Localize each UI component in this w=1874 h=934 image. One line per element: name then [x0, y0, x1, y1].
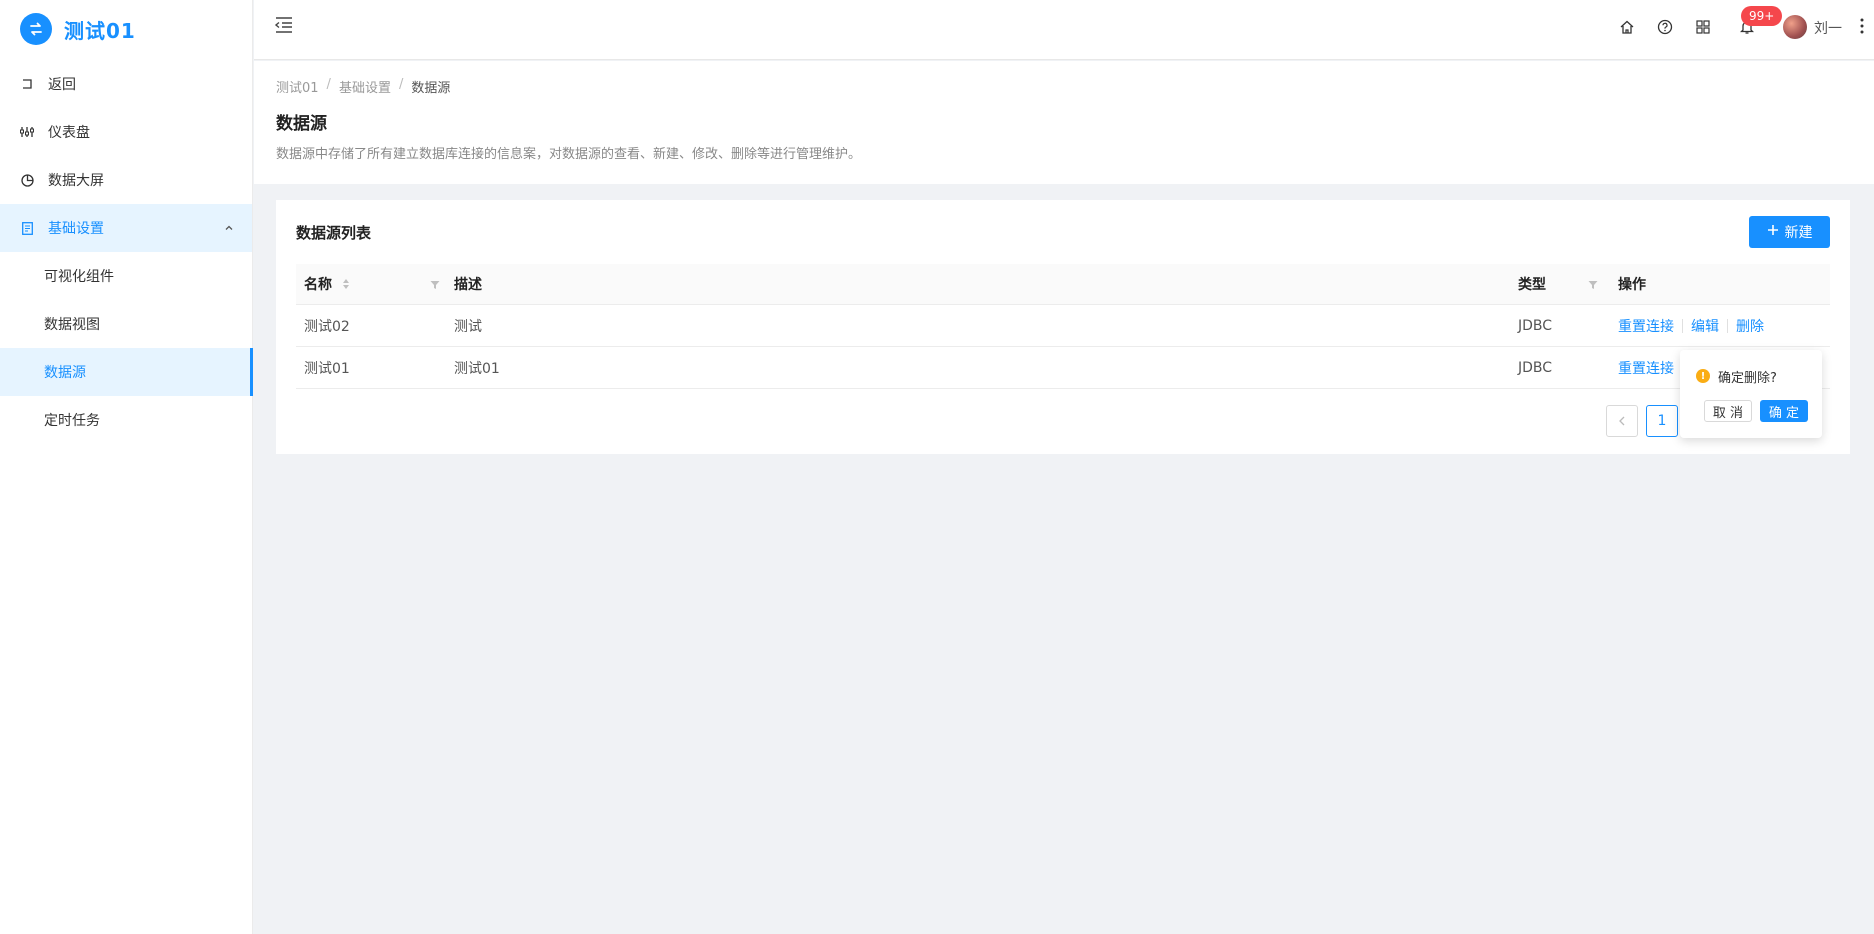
sidebar-item-data-source[interactable]: 数据源 — [0, 348, 253, 396]
menu-item-dashboard[interactable]: 仪表盘 — [0, 108, 252, 156]
page-description: 数据源中存储了所有建立数据库连接的信息案，对数据源的查看、新建、修改、删除等进行… — [276, 147, 862, 162]
column-header-description: 描述 — [454, 277, 482, 293]
reset-connection-link[interactable]: 重置连接 — [1618, 316, 1674, 336]
menu-item-label: 仪表盘 — [48, 125, 90, 141]
filter-icon[interactable] — [430, 278, 440, 294]
menu-item-label: 基础设置 — [48, 221, 104, 237]
breadcrumb-item[interactable]: 测试01 — [276, 77, 319, 96]
reset-connection-link[interactable]: 重置连接 — [1618, 358, 1674, 378]
menu-item-data-screen[interactable]: 数据大屏 — [0, 156, 252, 204]
cell-type: JDBC — [1518, 317, 1553, 334]
sub-item-label: 数据视图 — [44, 317, 100, 333]
username[interactable]: 刘一 — [1814, 18, 1842, 38]
sidebar-item-visual-components[interactable]: 可视化组件 — [0, 252, 252, 300]
sub-item-label: 定时任务 — [44, 413, 100, 429]
divider — [1727, 318, 1728, 333]
return-icon — [20, 77, 34, 91]
cancel-button[interactable]: 取 消 — [1704, 400, 1752, 422]
breadcrumb-item[interactable]: 基础设置 — [339, 77, 391, 96]
sub-item-label: 可视化组件 — [44, 269, 114, 285]
delete-link[interactable]: 删除 — [1736, 316, 1764, 336]
apps-icon[interactable] — [1694, 18, 1712, 36]
document-icon — [20, 221, 34, 235]
more-vertical-icon[interactable] — [1860, 17, 1864, 39]
sidebar-item-scheduled-tasks[interactable]: 定时任务 — [0, 396, 252, 444]
menu-fold-icon[interactable] — [274, 16, 294, 38]
cell-type: JDBC — [1518, 359, 1553, 376]
notification-badge: 99+ — [1741, 6, 1783, 26]
menu-item-basic-settings[interactable]: 基础设置 — [0, 204, 252, 252]
sidebar: 测试01 返回 仪表盘 数据大屏 基础设置 可视化组件 数据视图 数据源 定时任… — [0, 0, 253, 934]
edit-link[interactable]: 编辑 — [1691, 316, 1719, 336]
column-header-actions: 操作 — [1618, 277, 1646, 293]
menu-item-return[interactable]: 返回 — [0, 60, 252, 108]
card-title: 数据源列表 — [296, 224, 372, 242]
switch-arrows-icon — [20, 13, 52, 45]
pie-icon — [20, 173, 34, 187]
delete-popconfirm: ! 确定删除? 取 消 确 定 — [1680, 350, 1822, 438]
warning-icon: ! — [1696, 369, 1710, 383]
cell-name: 测试01 — [304, 360, 350, 377]
sliders-icon — [20, 125, 34, 139]
cell-name: 测试02 — [304, 318, 350, 335]
column-header-type: 类型 — [1518, 277, 1546, 293]
column-header-name[interactable]: 名称 — [304, 264, 332, 304]
sidebar-item-data-view[interactable]: 数据视图 — [0, 300, 252, 348]
table-row: 测试01 测试01 JDBC 重置连接 — [296, 347, 1830, 389]
menu-item-label: 返回 — [48, 77, 76, 93]
app-title: 测试01 — [64, 18, 136, 43]
sort-icon[interactable] — [342, 278, 350, 294]
sub-item-label: 数据源 — [44, 365, 86, 381]
divider — [1682, 318, 1683, 333]
new-button[interactable]: 新建 — [1749, 216, 1830, 248]
table-row: 测试02 测试 JDBC 重置连接 编辑 删除 — [296, 305, 1830, 347]
popconfirm-message: 确定删除? — [1718, 371, 1777, 386]
new-button-label: 新建 — [1784, 225, 1813, 241]
cell-actions: 重置连接 — [1618, 347, 1674, 388]
page-header: 测试01 / 基础设置 / 数据源 数据源 数据源中存储了所有建立数据库连接的信… — [254, 61, 1874, 184]
data-source-card: 数据源列表 新建 名称 描述 类型 操作 测试02 测试 JDBC 重置连接 编… — [276, 200, 1850, 454]
breadcrumb: 测试01 / 基础设置 / 数据源 — [276, 77, 450, 96]
breadcrumb-current: 数据源 — [411, 81, 451, 96]
plus-icon — [1767, 224, 1779, 240]
data-source-table: 名称 描述 类型 操作 测试02 测试 JDBC 重置连接 编辑 删除 测试01… — [296, 264, 1830, 389]
home-icon[interactable] — [1618, 18, 1636, 36]
breadcrumb-separator: / — [398, 77, 404, 92]
filter-icon[interactable] — [1588, 278, 1598, 294]
cell-description: 测试 — [454, 318, 482, 335]
prev-page-button[interactable] — [1606, 405, 1638, 437]
avatar[interactable] — [1783, 15, 1807, 39]
logo[interactable]: 测试01 — [0, 0, 252, 58]
chevron-up-icon — [224, 221, 234, 237]
page-1-button[interactable]: 1 — [1646, 405, 1678, 437]
table-header: 名称 描述 类型 操作 — [296, 264, 1830, 305]
page-title: 数据源 — [276, 114, 327, 134]
cell-description: 测试01 — [454, 360, 500, 377]
breadcrumb-separator: / — [326, 77, 331, 92]
confirm-button[interactable]: 确 定 — [1760, 400, 1808, 422]
cell-actions: 重置连接 编辑 删除 — [1618, 305, 1764, 346]
help-icon[interactable] — [1656, 18, 1674, 36]
menu-item-label: 数据大屏 — [48, 173, 104, 189]
